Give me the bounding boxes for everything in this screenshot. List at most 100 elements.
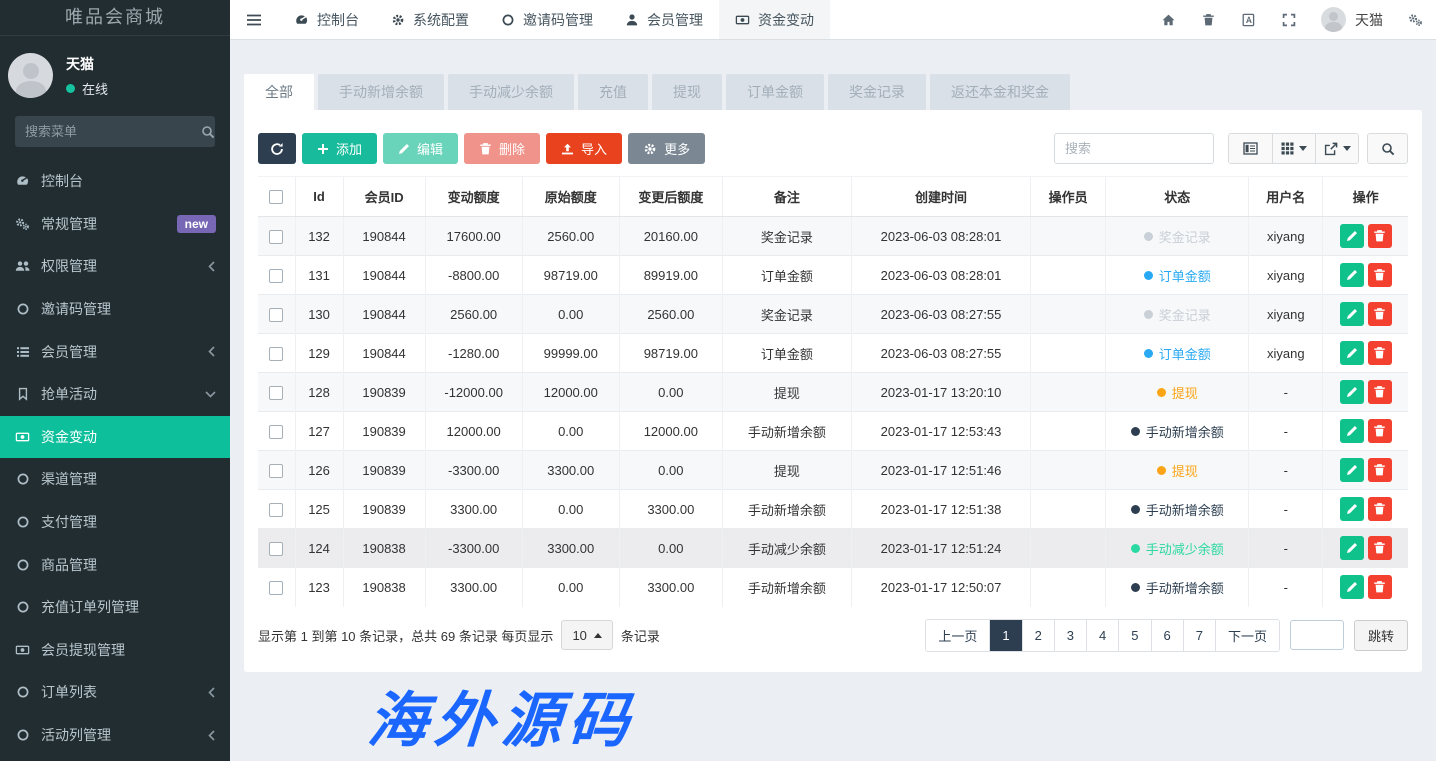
refresh-button[interactable]: [258, 133, 296, 164]
row-checkbox[interactable]: [269, 581, 283, 595]
gears-icon[interactable]: [1395, 0, 1436, 40]
topnav-tab-1[interactable]: 控制台: [278, 0, 375, 39]
row-checkbox[interactable]: [269, 503, 283, 517]
sidebar-item-4[interactable]: 邀请码管理: [0, 288, 230, 331]
row-edit-button[interactable]: [1340, 458, 1364, 482]
page-button-3[interactable]: 3: [1054, 620, 1086, 651]
col-header[interactable]: 备注: [722, 177, 851, 217]
sidebar-item-11[interactable]: 充值订单列管理: [0, 586, 230, 629]
jump-page-input[interactable]: [1290, 620, 1344, 650]
home-icon[interactable]: [1148, 0, 1189, 40]
page-button-6[interactable]: 6: [1151, 620, 1183, 651]
col-header[interactable]: 状态: [1106, 177, 1249, 217]
col-header[interactable]: 变动额度: [425, 177, 522, 217]
trash-icon[interactable]: [1189, 0, 1228, 40]
filter-tab-6[interactable]: 订单金额: [726, 74, 824, 110]
row-delete-button[interactable]: [1368, 302, 1392, 326]
col-header[interactable]: 创建时间: [851, 177, 1030, 217]
row-edit-button[interactable]: [1340, 380, 1364, 404]
page-button-4[interactable]: 4: [1086, 620, 1118, 651]
topnav-tab-3[interactable]: 邀请码管理: [485, 0, 609, 39]
columns-button[interactable]: [1272, 134, 1315, 163]
page-button-5[interactable]: 5: [1118, 620, 1150, 651]
filter-tab-7[interactable]: 奖金记录: [828, 74, 926, 110]
translate-icon[interactable]: [1228, 0, 1269, 40]
row-edit-button[interactable]: [1340, 419, 1364, 443]
topnav-user[interactable]: 天猫: [1309, 7, 1395, 32]
sidebar-item-1[interactable]: 控制台: [0, 160, 230, 203]
page-button-7[interactable]: 7: [1183, 620, 1215, 651]
sidebar-item-14[interactable]: 活动列管理: [0, 714, 230, 757]
col-header[interactable]: Id: [295, 177, 343, 217]
col-header[interactable]: 操作员: [1031, 177, 1106, 217]
row-edit-button[interactable]: [1340, 497, 1364, 521]
row-checkbox[interactable]: [269, 425, 283, 439]
row-checkbox[interactable]: [269, 464, 283, 478]
filter-tab-3[interactable]: 手动减少余额: [448, 74, 574, 110]
col-header[interactable]: 用户名: [1249, 177, 1323, 217]
topnav-tab-4[interactable]: 会员管理: [609, 0, 719, 39]
row-delete-button[interactable]: [1368, 419, 1392, 443]
row-checkbox[interactable]: [269, 542, 283, 556]
prev-page-button[interactable]: 上一页: [926, 620, 989, 651]
page-button-2[interactable]: 2: [1022, 620, 1054, 651]
select-all-checkbox[interactable]: [269, 190, 283, 204]
sidebar-item-10[interactable]: 商品管理: [0, 543, 230, 586]
row-edit-button[interactable]: [1340, 302, 1364, 326]
more-button[interactable]: 更多: [628, 133, 705, 164]
jump-button[interactable]: 跳转: [1354, 620, 1408, 651]
sidebar-item-8[interactable]: 渠道管理: [0, 458, 230, 501]
row-delete-button[interactable]: [1368, 380, 1392, 404]
row-delete-button[interactable]: [1368, 224, 1392, 248]
sidebar-item-9[interactable]: 支付管理: [0, 501, 230, 544]
next-page-button[interactable]: 下一页: [1215, 620, 1279, 651]
row-edit-button[interactable]: [1340, 536, 1364, 560]
row-checkbox[interactable]: [269, 347, 283, 361]
delete-button[interactable]: 删除: [464, 133, 540, 164]
export-button[interactable]: [1315, 134, 1358, 163]
row-delete-button[interactable]: [1368, 263, 1392, 287]
col-header[interactable]: 原始额度: [522, 177, 619, 217]
sidebar-item-2[interactable]: 常规管理new: [0, 203, 230, 246]
row-edit-button[interactable]: [1340, 341, 1364, 365]
col-header[interactable]: 会员ID: [343, 177, 425, 217]
topnav-tab-5[interactable]: 资金变动: [719, 0, 830, 39]
menu-toggle-icon[interactable]: [230, 0, 278, 39]
detail-view-button[interactable]: [1229, 134, 1272, 163]
row-edit-button[interactable]: [1340, 224, 1364, 248]
filter-tab-8[interactable]: 返还本金和奖金: [930, 74, 1070, 110]
page-button-1[interactable]: 1: [989, 620, 1021, 651]
edit-button[interactable]: 编辑: [383, 133, 458, 164]
row-delete-button[interactable]: [1368, 536, 1392, 560]
filter-tab-5[interactable]: 提现: [652, 74, 722, 110]
sidebar-search-input[interactable]: [25, 124, 201, 139]
advanced-search-button[interactable]: [1367, 133, 1408, 164]
filter-tab-1[interactable]: 全部: [244, 74, 314, 110]
row-delete-button[interactable]: [1368, 458, 1392, 482]
filter-tab-4[interactable]: 充值: [578, 74, 648, 110]
row-edit-button[interactable]: [1340, 575, 1364, 599]
sidebar-item-3[interactable]: 权限管理: [0, 245, 230, 288]
sidebar-item-6[interactable]: 抢单活动: [0, 373, 230, 416]
row-delete-button[interactable]: [1368, 341, 1392, 365]
col-header[interactable]: 操作: [1323, 177, 1408, 217]
row-delete-button[interactable]: [1368, 497, 1392, 521]
col-header[interactable]: 变更后额度: [619, 177, 722, 217]
row-edit-button[interactable]: [1340, 263, 1364, 287]
filter-tab-2[interactable]: 手动新增余额: [318, 74, 444, 110]
sidebar-item-12[interactable]: 会员提现管理: [0, 629, 230, 672]
table-search-input[interactable]: [1054, 133, 1214, 164]
sidebar-item-5[interactable]: 会员管理: [0, 330, 230, 373]
sidebar-item-13[interactable]: 订单列表: [0, 671, 230, 714]
row-checkbox[interactable]: [269, 269, 283, 283]
expand-icon[interactable]: [1269, 0, 1309, 40]
row-checkbox[interactable]: [269, 308, 283, 322]
sidebar-item-7[interactable]: 资金变动: [0, 416, 230, 459]
page-size-dropdown[interactable]: 10: [561, 620, 612, 650]
row-delete-button[interactable]: [1368, 575, 1392, 599]
row-checkbox[interactable]: [269, 386, 283, 400]
add-button[interactable]: 添加: [302, 133, 377, 164]
import-button[interactable]: 导入: [546, 133, 622, 164]
row-checkbox[interactable]: [269, 230, 283, 244]
search-icon[interactable]: [201, 125, 215, 139]
